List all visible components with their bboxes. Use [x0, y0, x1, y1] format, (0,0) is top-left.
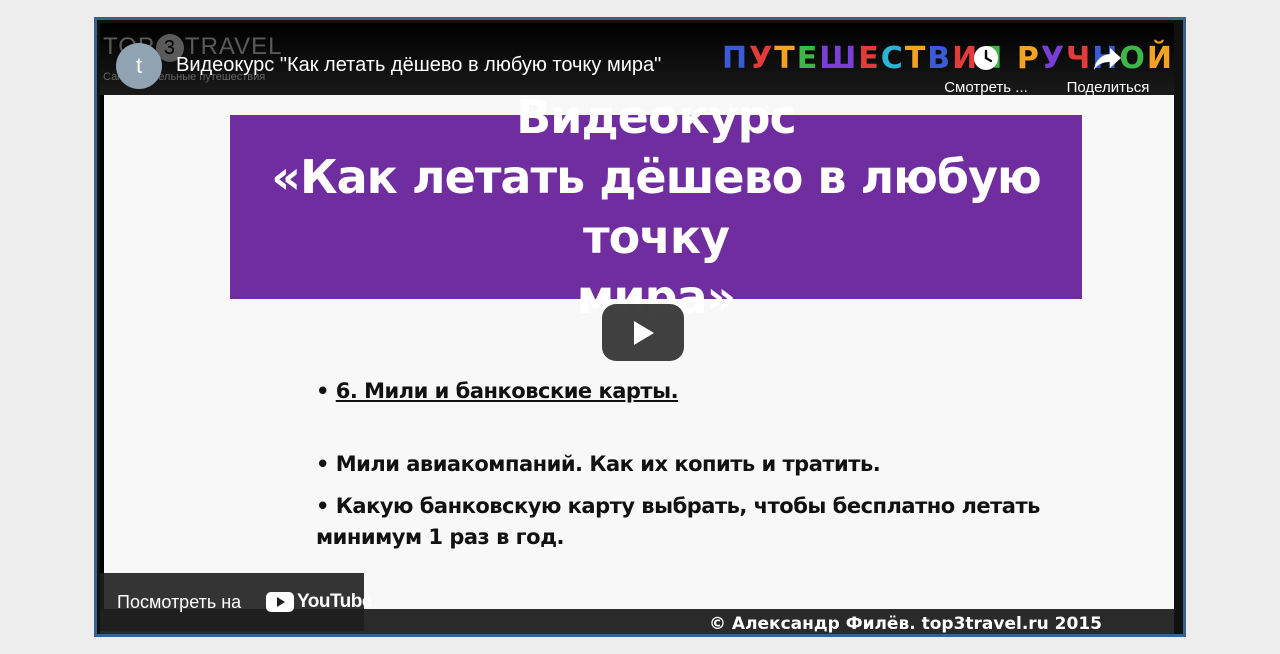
channel-avatar[interactable]: t [116, 43, 162, 89]
share-arrow-icon [1094, 48, 1121, 70]
banner-line-1: Видеокурс [516, 90, 797, 144]
header-letter: Т [774, 41, 796, 76]
bullet-3-line-2: минимум 1 раз в год. [316, 525, 565, 549]
copyright-text: © Александр Филёв. top3travel.ru 2015 [709, 614, 1102, 634]
header-letter: С [880, 41, 904, 76]
watch-later-button[interactable]: Смотреть ... [938, 41, 1034, 96]
slide-bullet-3: • Какую банковскую карту выбрать, чтобы … [316, 491, 1040, 553]
slide-bullet-2: • Мили авиакомпаний. Как их копить и тра… [316, 452, 881, 476]
slide-bullet-1: • 6. Мили и банковские карты. [316, 379, 679, 403]
play-icon [634, 321, 654, 345]
share-button[interactable]: Поделиться [1058, 41, 1158, 96]
header-letter: П [722, 41, 749, 76]
header-letter: У [749, 41, 774, 76]
header-letter: Е [858, 41, 880, 76]
bullet-3-line-1: • Какую банковскую карту выбрать, чтобы … [316, 494, 1040, 518]
watch-later-label: Смотреть ... [944, 79, 1028, 96]
youtube-play-icon [266, 592, 294, 612]
header-letter: Е [796, 41, 819, 76]
slide-banner: Видеокурс «Как летать дёшево в любую точ… [230, 90, 1082, 324]
play-button[interactable] [602, 304, 684, 361]
header-letter: Ш [819, 41, 858, 76]
youtube-logo: YouTube [266, 591, 372, 613]
video-player[interactable]: TOP3TRAVEL Самостоятельные путешествия t… [100, 23, 1174, 634]
watch-on-youtube-button[interactable]: Посмотреть на YouTube [100, 573, 372, 631]
banner-line-2: «Как летать дёшево в любую точку [271, 150, 1041, 264]
share-label: Поделиться [1066, 79, 1150, 96]
clock-icon [974, 46, 998, 70]
youtube-wordmark: YouTube [297, 591, 372, 612]
bullet-marker: • [316, 379, 336, 403]
bullet-1-text: 6. Мили и банковские карты. [335, 379, 679, 403]
video-embed-frame: TOP3TRAVEL Самостоятельные путешествия t… [94, 17, 1186, 637]
player-top-bar: TOP3TRAVEL Самостоятельные путешествия t… [100, 23, 1174, 96]
header-letter: Т [904, 41, 927, 76]
watch-on-label: Посмотреть на [117, 592, 242, 612]
video-title-link[interactable]: Видеокурс "Как летать дёшево в любую точ… [176, 54, 661, 77]
